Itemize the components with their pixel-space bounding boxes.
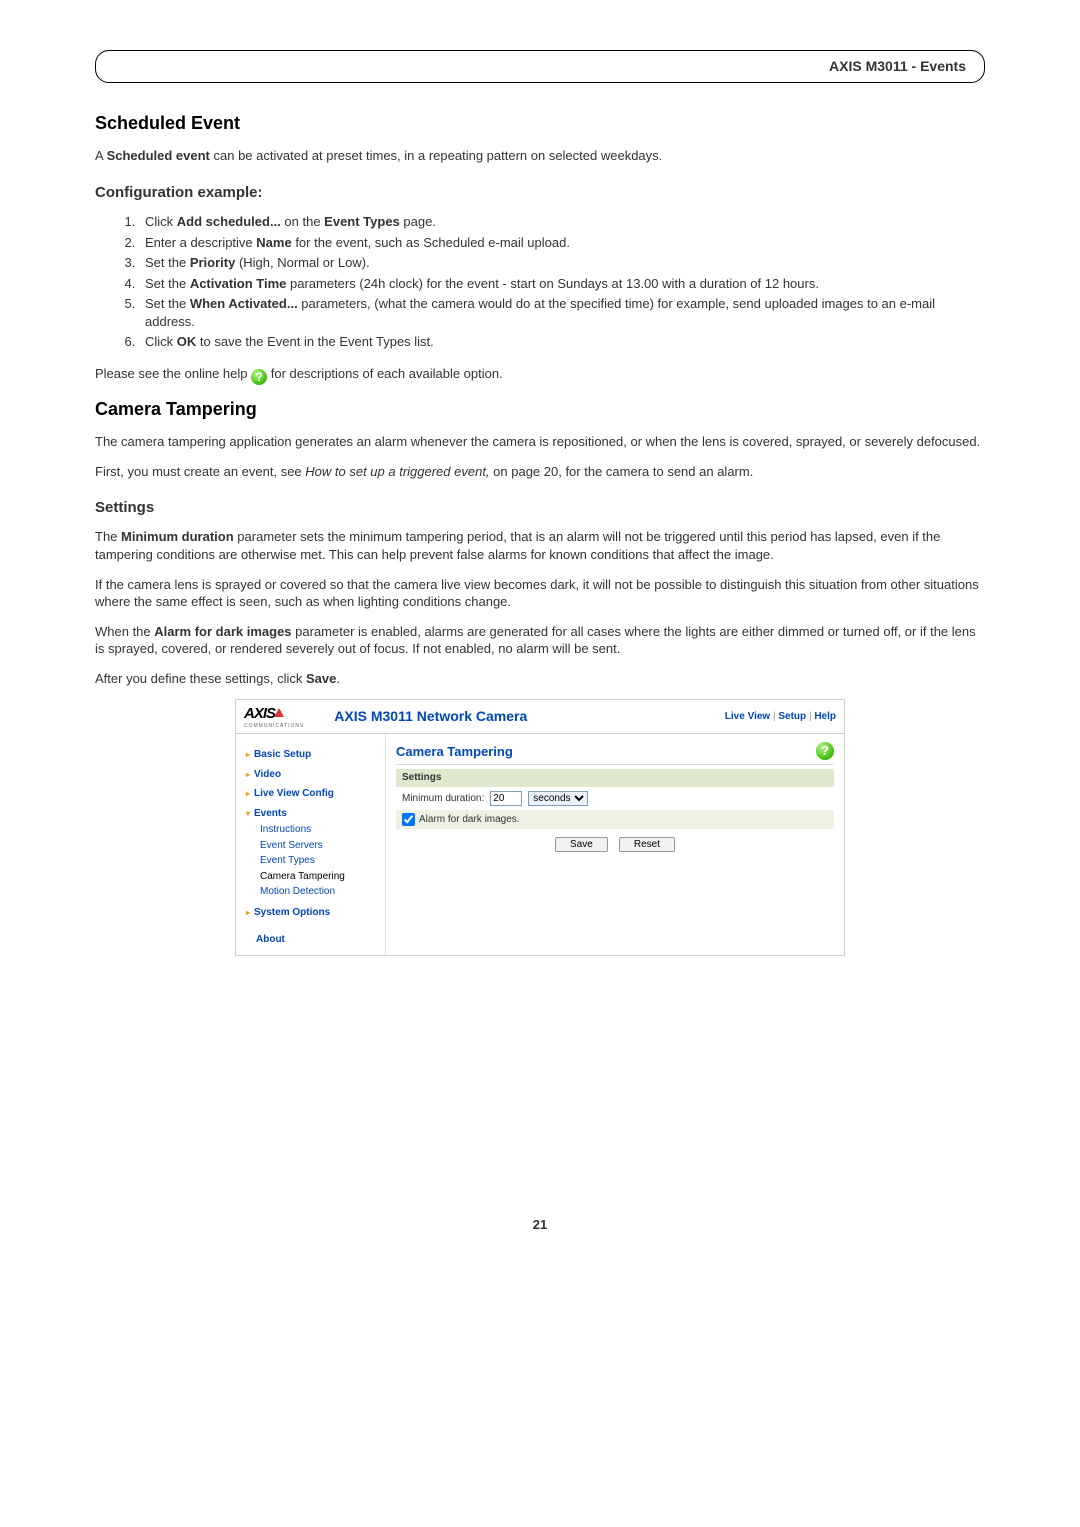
nav-events-motion[interactable]: Motion Detection bbox=[260, 884, 379, 900]
link-live-view[interactable]: Live View bbox=[725, 711, 770, 722]
ui-topbar: AXIS COMMUNICATIONS AXIS M3011 Network C… bbox=[236, 700, 844, 731]
step-6: Click OK to save the Event in the Event … bbox=[139, 333, 985, 351]
ui-main-panel: Camera Tampering ? Settings Minimum dura… bbox=[386, 734, 844, 955]
nav-live-view-config[interactable]: Live View Config bbox=[246, 787, 379, 801]
step-2: Enter a descriptive Name for the event, … bbox=[139, 234, 985, 252]
camera-tampering-heading: Camera Tampering bbox=[95, 397, 985, 421]
min-duration-unit-select[interactable]: seconds bbox=[528, 791, 588, 806]
ui-product-title: AXIS M3011 Network Camera bbox=[304, 707, 725, 726]
help-icon: ? bbox=[251, 369, 267, 385]
link-setup[interactable]: Setup bbox=[778, 711, 806, 722]
config-example-heading: Configuration example: bbox=[95, 183, 985, 203]
settings-p4: After you define these settings, click S… bbox=[95, 670, 985, 688]
ui-settings-bar: Settings bbox=[396, 769, 834, 787]
nav-video[interactable]: Video bbox=[246, 768, 379, 782]
min-duration-input[interactable] bbox=[490, 791, 522, 806]
settings-p2: If the camera lens is sprayed or covered… bbox=[95, 576, 985, 611]
step-4: Set the Activation Time parameters (24h … bbox=[139, 275, 985, 293]
ui-panel-heading: Camera Tampering bbox=[396, 743, 513, 761]
ui-min-duration-row: Minimum duration: seconds bbox=[396, 787, 834, 810]
tampering-p1: The camera tampering application generat… bbox=[95, 433, 985, 451]
ui-header-links: Live View | Setup | Help bbox=[725, 710, 836, 724]
settings-p3: When the Alarm for dark images parameter… bbox=[95, 623, 985, 658]
axis-logo: AXIS COMMUNICATIONS bbox=[244, 704, 304, 729]
alarm-dark-label: Alarm for dark images. bbox=[419, 813, 520, 827]
settings-heading: Settings bbox=[95, 498, 985, 518]
config-steps-list: Click Add scheduled... on the Event Type… bbox=[139, 213, 985, 351]
page-number: 21 bbox=[95, 1216, 985, 1234]
nav-events-instructions[interactable]: Instructions bbox=[260, 822, 379, 838]
step-3: Set the Priority (High, Normal or Low). bbox=[139, 254, 985, 272]
scheduled-intro: A Scheduled event can be activated at pr… bbox=[95, 147, 985, 165]
nav-events-types[interactable]: Event Types bbox=[260, 853, 379, 869]
nav-basic-setup[interactable]: Basic Setup bbox=[246, 748, 379, 762]
step-1: Click Add scheduled... on the Event Type… bbox=[139, 213, 985, 231]
step-5: Set the When Activated... parameters, (w… bbox=[139, 295, 985, 330]
header-title: AXIS M3011 - Events bbox=[829, 58, 966, 74]
scheduled-event-heading: Scheduled Event bbox=[95, 111, 985, 135]
tampering-p2: First, you must create an event, see How… bbox=[95, 463, 985, 481]
min-duration-label: Minimum duration: bbox=[402, 792, 484, 806]
link-help[interactable]: Help bbox=[814, 711, 836, 722]
axis-triangle-icon bbox=[274, 708, 284, 717]
nav-events-servers[interactable]: Event Servers bbox=[260, 838, 379, 854]
reset-button[interactable]: Reset bbox=[619, 837, 675, 852]
nav-system-options[interactable]: System Options bbox=[246, 906, 379, 920]
nav-events[interactable]: Events bbox=[246, 807, 379, 821]
alarm-dark-checkbox[interactable] bbox=[402, 813, 415, 826]
ui-sidebar-nav: Basic Setup Video Live View Config Event… bbox=[236, 734, 386, 955]
nav-about[interactable]: About bbox=[256, 933, 379, 947]
nav-events-tampering[interactable]: Camera Tampering bbox=[260, 869, 379, 885]
ui-help-icon[interactable]: ? bbox=[816, 742, 834, 760]
save-button[interactable]: Save bbox=[555, 837, 608, 852]
embedded-ui-screenshot: AXIS COMMUNICATIONS AXIS M3011 Network C… bbox=[235, 699, 845, 956]
settings-p1: The Minimum duration parameter sets the … bbox=[95, 528, 985, 563]
page-header: AXIS M3011 - Events bbox=[95, 50, 985, 83]
online-help-line: Please see the online help ? for descrip… bbox=[95, 365, 985, 385]
ui-alarm-dark-row: Alarm for dark images. bbox=[396, 810, 834, 830]
